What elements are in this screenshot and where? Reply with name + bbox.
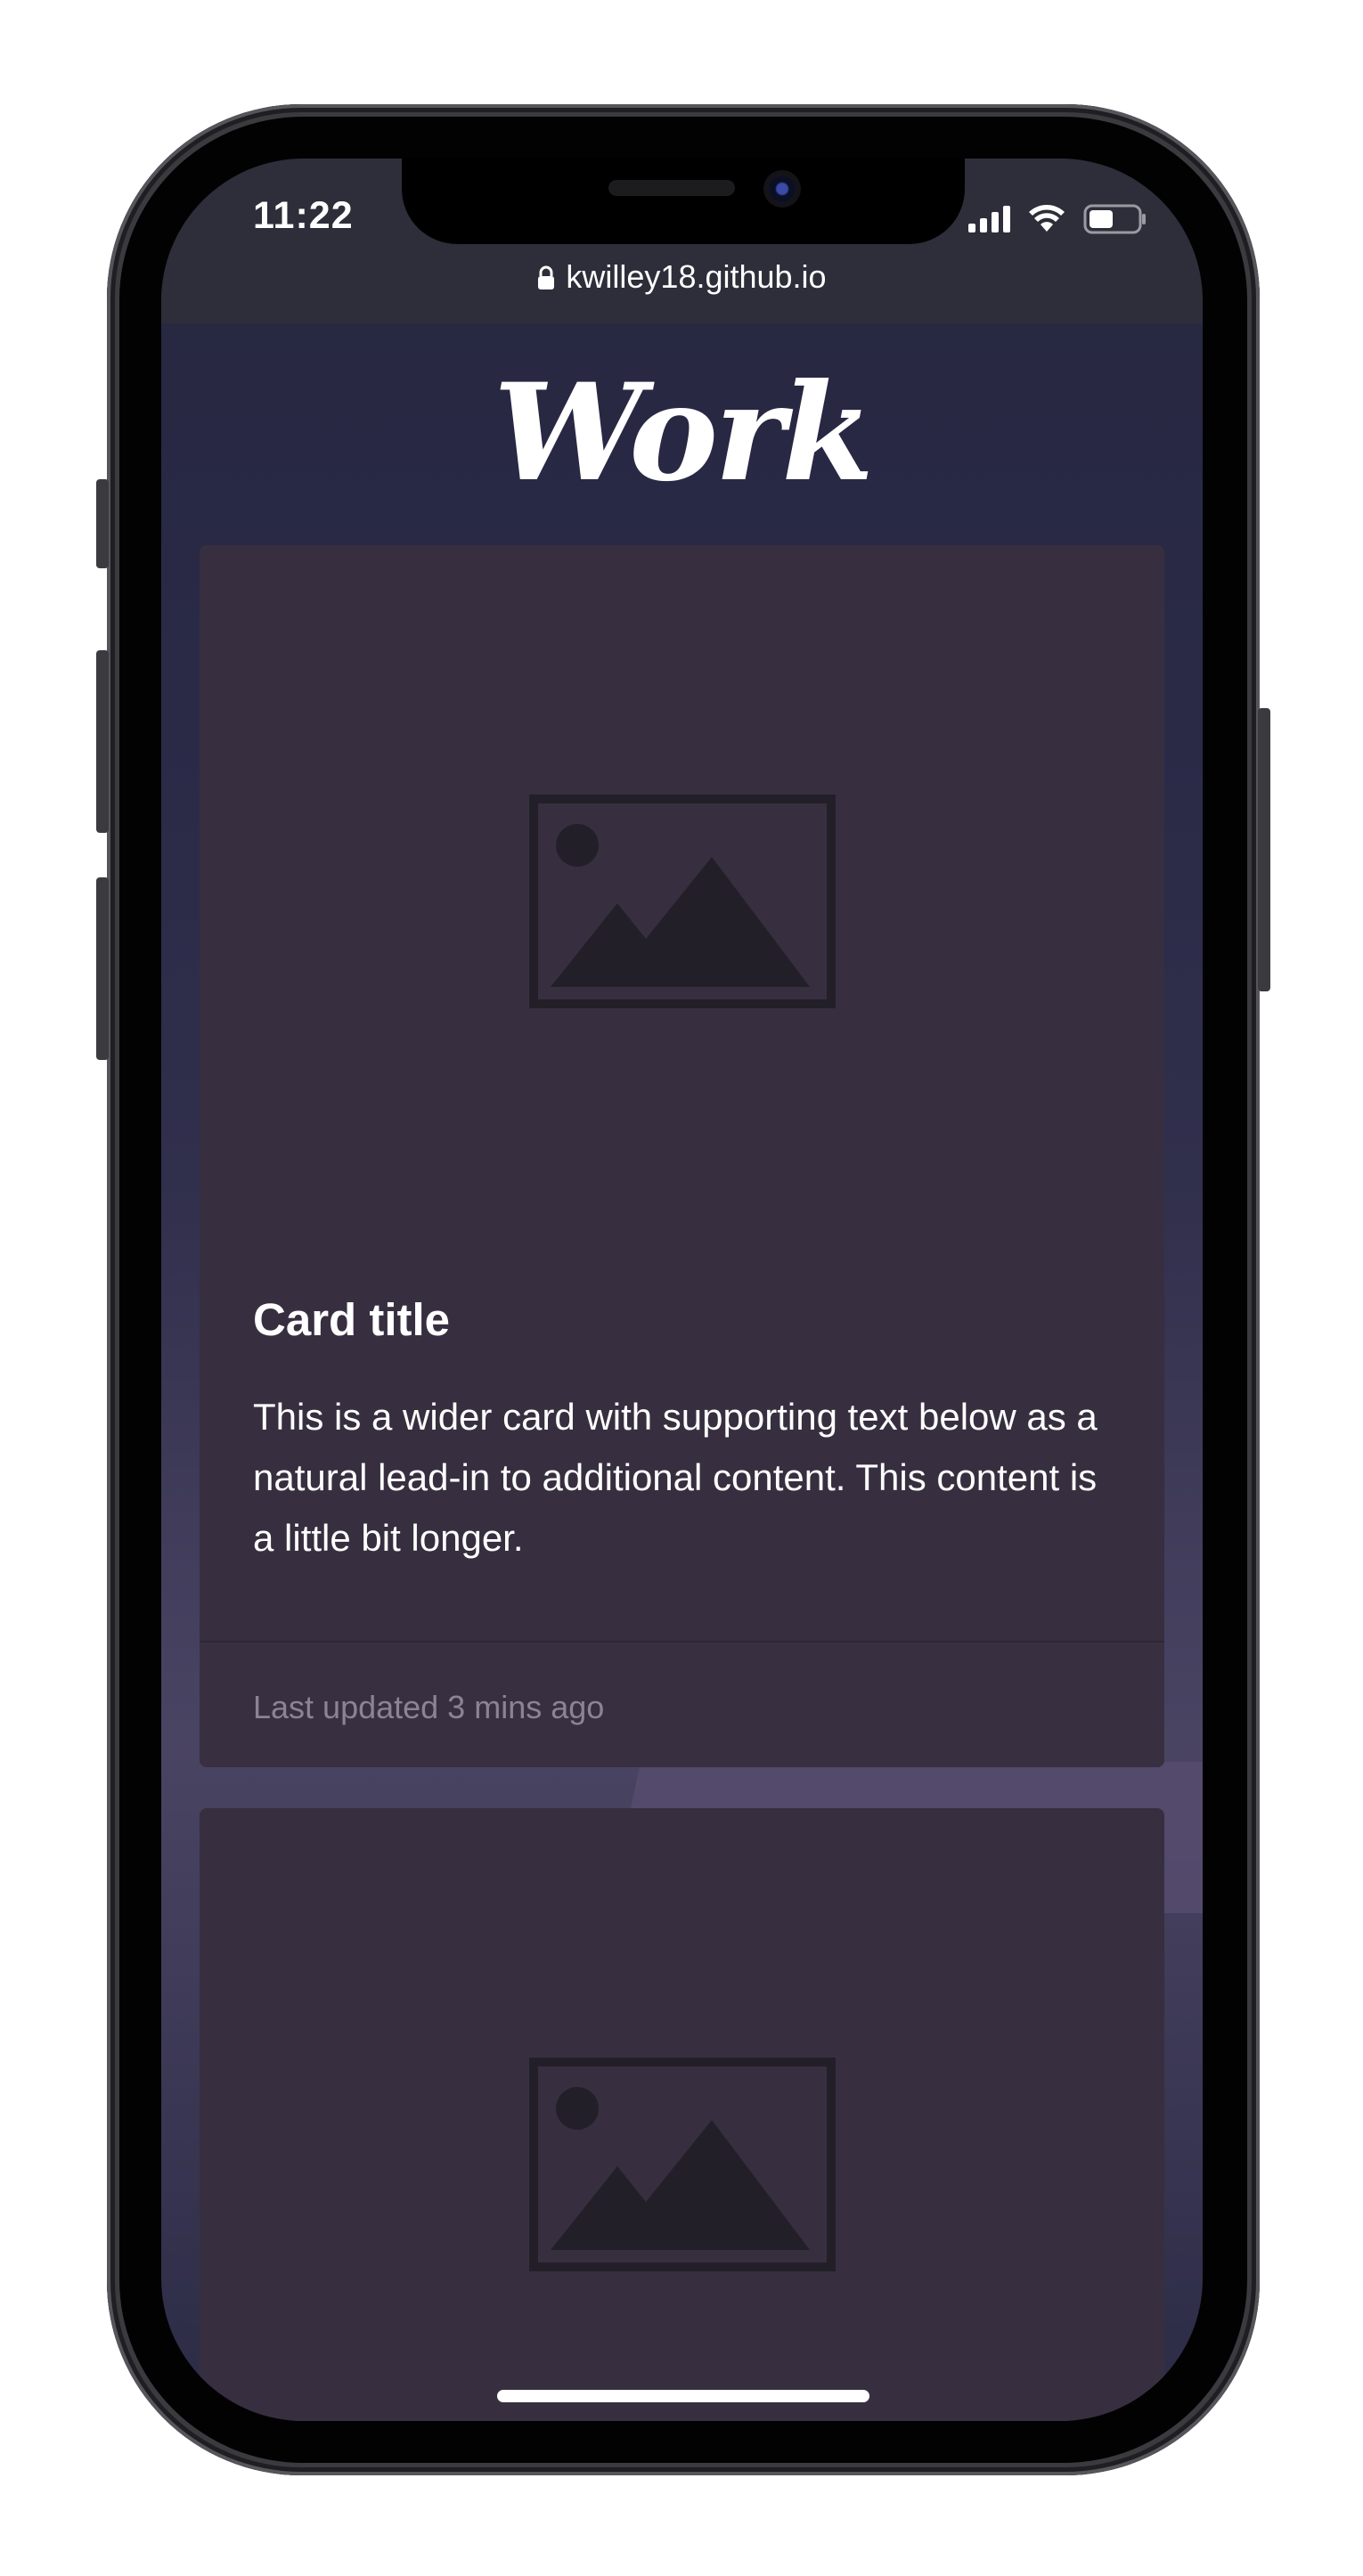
front-camera	[763, 170, 801, 208]
card-footer: Last updated 3 mins ago	[200, 1641, 1164, 1767]
address-text: kwilley18.github.io	[566, 258, 827, 295]
volume-up-button	[96, 650, 109, 833]
card-text: This is a wider card with supporting tex…	[253, 1396, 1098, 1559]
card-title: Card title	[253, 1294, 451, 1345]
work-card[interactable]: Card title This is a wider card with sup…	[200, 545, 1164, 1767]
battery-icon	[1083, 204, 1146, 234]
notch	[402, 159, 965, 244]
image-placeholder-icon	[528, 2058, 836, 2271]
card-body: Card title This is a wider card with sup…	[253, 1293, 1111, 1569]
card-image	[200, 1808, 1164, 2421]
card-updated-text: Last updated 3 mins ago	[253, 1689, 605, 1725]
address-bar[interactable]: kwilley18.github.io	[161, 258, 1203, 296]
volume-down-button	[96, 877, 109, 1060]
work-card[interactable]	[200, 1808, 1164, 2421]
status-time: 11:22	[253, 194, 354, 237]
mute-switch	[96, 479, 109, 568]
page-title: Work	[493, 355, 874, 511]
signal-icon	[968, 206, 1010, 232]
image-placeholder-icon	[528, 795, 836, 1008]
card-image	[200, 545, 1164, 1258]
lock-icon	[538, 265, 555, 289]
wifi-icon	[1029, 205, 1065, 232]
phone-screen: 11:22 kwilley18.github.io Work Card titl…	[161, 159, 1203, 2421]
home-indicator[interactable]	[497, 2390, 869, 2402]
earpiece-speaker	[608, 180, 735, 196]
status-icons	[968, 203, 1147, 235]
power-button	[1258, 708, 1270, 991]
browser-top-bar: 11:22 kwilley18.github.io	[161, 159, 1203, 323]
